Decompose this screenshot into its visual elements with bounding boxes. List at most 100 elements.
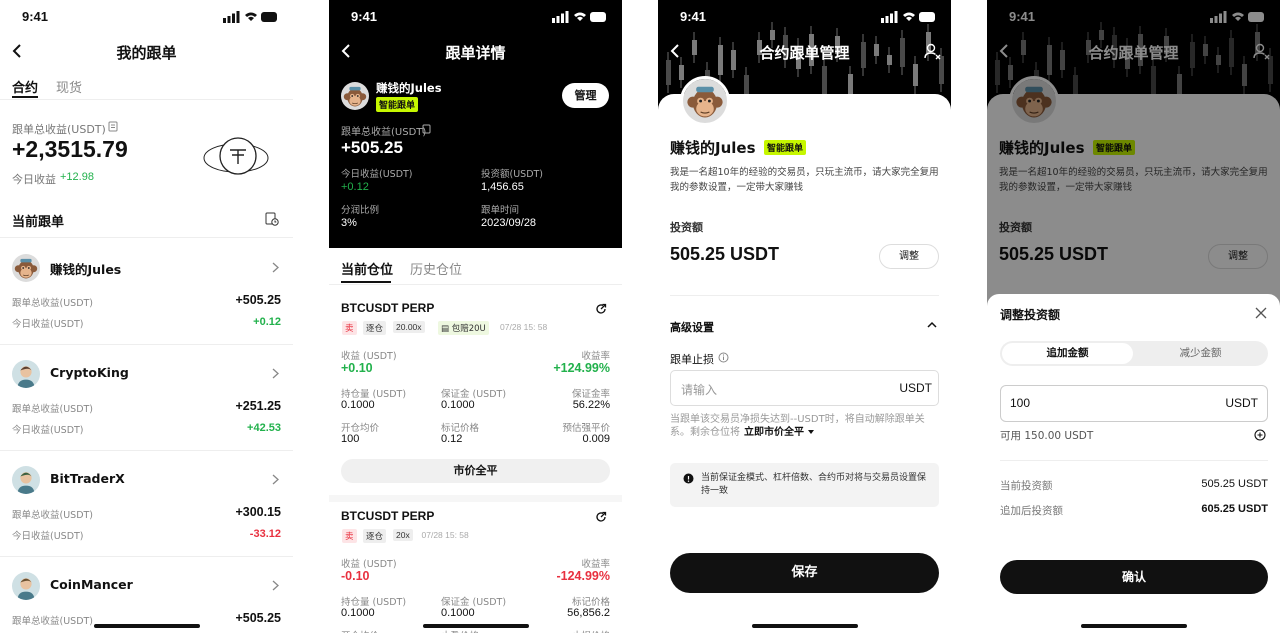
trader-name: 赚钱的Jules	[376, 81, 442, 95]
history-icon[interactable]	[265, 212, 279, 226]
tab-indicator	[341, 281, 391, 283]
page-title: 合约跟单管理	[759, 44, 850, 62]
share-icon[interactable]	[595, 303, 607, 315]
trader-name[interactable]: 赚钱的Jules	[50, 259, 121, 278]
side-tag: 卖	[342, 529, 357, 543]
smart-copy-badge: 智能跟单	[764, 140, 807, 155]
status-icons	[552, 11, 606, 23]
trader-name[interactable]: CoinMancer	[50, 577, 133, 592]
info-filled-icon	[683, 473, 694, 484]
after-invest-label: 追加后投资额	[1000, 505, 1063, 517]
close-icon[interactable]	[1255, 307, 1267, 319]
segment-control: 追加金额 减少金额	[1000, 341, 1268, 366]
stat-label: 分润比例	[341, 205, 380, 216]
close-position-button[interactable]: 市价全平	[341, 459, 610, 483]
divider	[670, 295, 939, 296]
trader-name[interactable]: CryptoKing	[50, 365, 129, 380]
status-time: 9:41	[22, 9, 49, 24]
home-indicator	[751, 624, 858, 628]
amount-value: 100	[1010, 396, 1031, 410]
chevron-right-icon[interactable]	[272, 262, 279, 273]
section-gap	[329, 495, 622, 502]
coin-illustration-icon	[203, 137, 269, 175]
grid-value: 0.1000	[441, 399, 475, 411]
pnl-value: +0.10	[341, 361, 373, 375]
share-icon[interactable]	[595, 511, 607, 523]
current-invest-value: 505.25 USDT	[1201, 478, 1268, 490]
stat-value: 1,456.65	[481, 181, 524, 193]
grid-label: 预估强平价	[562, 423, 610, 434]
status-time: 9:41	[351, 9, 378, 24]
chevron-right-icon[interactable]	[272, 474, 279, 485]
roe-value: -124.99%	[556, 569, 610, 583]
segment-add[interactable]: 追加金额	[1002, 343, 1133, 364]
tab-spot[interactable]: 现货	[56, 77, 82, 96]
today-pnl-label: 今日收益	[12, 173, 56, 186]
today-pnl-value: +42.53	[247, 422, 281, 434]
grid-label: 持仓量 (USDT)	[341, 389, 407, 400]
roe-label: 收益率	[581, 351, 610, 362]
grid-label: 保证金率	[571, 389, 610, 400]
stop-loss-hint: 当跟单该交易员净损失达到--USDT时，将自动解除跟单关系。剩余仓位将 立即市价全…	[670, 413, 940, 439]
sheet-title: 调整投资额	[1000, 308, 1061, 322]
total-pnl-label: 跟单总收益(USDT)	[341, 127, 427, 138]
total-pnl-value: +505.25	[235, 293, 281, 307]
grid-label: 保证金 (USDT)	[441, 597, 507, 608]
total-pnl-value: +505.25	[235, 611, 281, 625]
leverage-tag: 20.00x	[393, 321, 425, 333]
stop-loss-input[interactable]: 请输入 USDT	[670, 370, 939, 406]
trader-name[interactable]: BitTraderX	[50, 471, 125, 486]
position-symbol: BTCUSDT PERP	[341, 509, 435, 523]
caret-down-icon[interactable]	[807, 429, 815, 435]
monkey-avatar-icon	[341, 82, 369, 110]
tab-contract[interactable]: 合约	[12, 77, 38, 96]
today-pnl-value: -33.12	[249, 528, 281, 540]
stat-value: 3%	[341, 217, 357, 229]
stop-loss-action-select[interactable]: 立即市价全平	[744, 427, 804, 438]
pnl-label: 收益 (USDT)	[341, 351, 397, 362]
row-divider	[0, 556, 293, 557]
doc-icon[interactable]	[422, 124, 431, 134]
status-time: 9:41	[680, 9, 707, 24]
margin-mode-tag: 逐仓	[363, 321, 387, 335]
confirm-button[interactable]: 确认	[1000, 560, 1268, 594]
total-pnl-value: +505.25	[341, 138, 403, 157]
user-remove-icon[interactable]	[923, 42, 941, 60]
manage-button[interactable]: 管理	[562, 83, 609, 108]
today-pnl-label: 今日收益(USDT)	[12, 319, 84, 330]
amount-unit: USDT	[1225, 396, 1258, 410]
save-button[interactable]: 保存	[670, 553, 939, 593]
doc-icon[interactable]	[108, 121, 118, 132]
status-icons	[881, 11, 935, 23]
stat-label: 投资额(USDT)	[481, 169, 544, 180]
tabs-divider	[329, 284, 622, 285]
grid-label: 持仓量 (USDT)	[341, 597, 407, 608]
stop-loss-unit: USDT	[899, 381, 932, 395]
side-tag: 卖	[342, 321, 357, 335]
stop-loss-placeholder: 请输入	[681, 383, 718, 397]
trader-bio: 我是一名超10年的经验的交易员，只玩主流币，请大家完全复用我的参数设置，一定带大…	[670, 167, 939, 193]
add-circle-icon[interactable]	[1254, 429, 1266, 441]
advanced-settings-label[interactable]: 高级设置	[670, 319, 714, 335]
grid-value: 100	[341, 433, 360, 445]
tab-history-positions[interactable]: 历史仓位	[410, 259, 462, 278]
trader-avatar	[341, 82, 369, 110]
total-pnl-label: 跟单总收益(USDT)	[12, 404, 94, 415]
chevron-right-icon[interactable]	[272, 368, 279, 379]
section-divider	[0, 237, 293, 238]
pnl-label: 收益 (USDT)	[341, 559, 397, 570]
amount-input[interactable]: 100 USDT	[1000, 385, 1268, 422]
tab-current-positions[interactable]: 当前仓位	[341, 259, 393, 278]
adjust-button[interactable]: 调整	[879, 244, 939, 269]
chevron-right-icon[interactable]	[272, 580, 279, 591]
info-icon[interactable]	[718, 352, 729, 363]
status-bar: 9:41	[329, 0, 622, 34]
grid-value: 0.1000	[341, 607, 375, 619]
monkey-avatar-icon	[12, 254, 40, 282]
grid-label: 开仓均价	[341, 423, 380, 434]
total-pnl-label: 跟单总收益(USDT)	[12, 298, 94, 309]
segment-reduce[interactable]: 减少金额	[1135, 343, 1266, 364]
smart-copy-badge: 智能跟单	[376, 97, 419, 112]
chevron-up-icon[interactable]	[926, 321, 938, 329]
status-icons	[223, 11, 277, 23]
